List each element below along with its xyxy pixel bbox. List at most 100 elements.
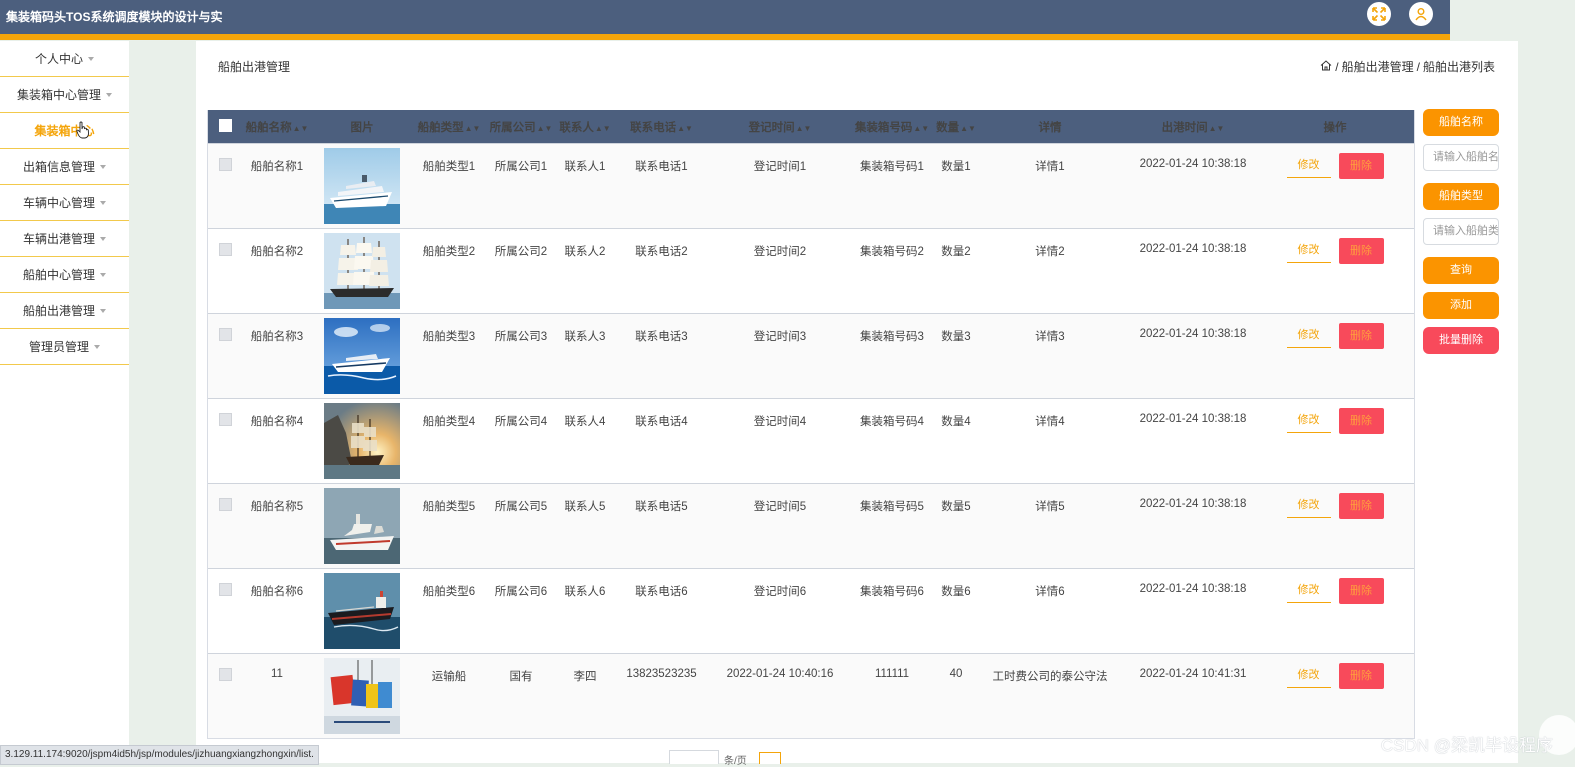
cell-contact: 联系人6 <box>564 586 606 598</box>
column-header-phone[interactable]: 联系电话▲▼ <box>614 119 709 135</box>
sidebar-item-personal-center[interactable]: 个人中心 <box>0 41 129 77</box>
cell-ship-name: 船舶名称1 <box>250 161 304 173</box>
column-header-reg-time[interactable]: 登记时间▲▼ <box>709 119 851 135</box>
page-title: 船舶出港管理 <box>218 60 291 74</box>
breadcrumb-ship-departure-list: 船舶出港列表 <box>1422 60 1495 74</box>
column-header-label: 登记时间 <box>748 121 795 134</box>
row-checkbox[interactable] <box>218 498 232 511</box>
cell-ship-type: 船舶类型5 <box>422 501 476 513</box>
caret-down-icon <box>106 92 112 97</box>
sidebar-item-ship-departure-mgmt[interactable]: 船舶出港管理 <box>0 293 129 329</box>
select-all-checkbox[interactable] <box>218 118 232 132</box>
column-header-ship-type[interactable]: 船舶类型▲▼ <box>412 119 486 135</box>
ship-departure-table: 船舶名称▲▼ 图片 船舶类型▲▼ 所属公司▲▼ 联系人▲▼ 联系电话▲▼ 登记时… <box>207 110 1415 739</box>
add-button[interactable]: 添加 <box>1423 292 1499 319</box>
cell-qty: 数量6 <box>941 586 971 598</box>
sidebar-item-ship-center-mgmt[interactable]: 船舶中心管理 <box>0 257 129 293</box>
ship-name-search-input[interactable]: 请输入船舶名称 <box>1423 144 1499 171</box>
ship-name-label-button[interactable]: 船舶名称 <box>1423 109 1499 136</box>
delete-button[interactable]: 删除 <box>1338 578 1384 604</box>
cell-phone: 联系电话2 <box>635 246 688 258</box>
cell-qty: 数量4 <box>941 416 971 428</box>
column-header-qty[interactable]: 数量▲▼ <box>933 119 979 135</box>
edit-button[interactable]: 修改 <box>1286 323 1331 348</box>
cell-container-no: 集装箱号码4 <box>860 416 924 428</box>
sidebar-item-container-center-mgmt[interactable]: 集装箱中心管理 <box>0 77 129 113</box>
row-checkbox[interactable] <box>218 413 232 426</box>
column-header-label: 详情 <box>1038 121 1062 134</box>
cell-reg-time: 登记时间4 <box>753 416 807 428</box>
cell-detail: 详情1 <box>1035 161 1065 173</box>
delete-button[interactable]: 删除 <box>1338 408 1384 434</box>
caret-down-icon <box>100 308 106 313</box>
edit-button[interactable]: 修改 <box>1286 493 1331 518</box>
sidebar-item-admin-mgmt[interactable]: 管理员管理 <box>0 329 129 365</box>
sort-icon: ▲▼ <box>536 123 553 133</box>
sidebar-item-container-center[interactable]: 集装箱中心 <box>0 113 129 149</box>
edit-button[interactable]: 修改 <box>1286 238 1331 263</box>
cell-contact: 联系人1 <box>564 161 606 173</box>
sidebar-item-vehicle-departure-mgmt[interactable]: 车辆出港管理 <box>0 221 129 257</box>
delete-button[interactable]: 删除 <box>1338 153 1384 179</box>
cell-reg-time: 登记时间3 <box>753 331 807 343</box>
delete-button[interactable]: 删除 <box>1338 238 1384 264</box>
edit-button[interactable]: 修改 <box>1286 578 1331 603</box>
ship-type-label-button[interactable]: 船舶类型 <box>1423 183 1499 210</box>
cell-ship-type: 船舶类型4 <box>422 416 476 428</box>
column-header-label: 联系电话 <box>630 121 677 134</box>
cell-ship-name: 11 <box>271 668 283 680</box>
column-header-label: 图片 <box>350 121 374 134</box>
breadcrumb: / 船舶出港管理 / 船舶出港列表 <box>1320 58 1495 75</box>
cell-phone: 联系电话4 <box>635 416 688 428</box>
breadcrumb-ship-departure-mgmt[interactable]: 船舶出港管理 <box>1342 58 1414 75</box>
delete-button[interactable]: 删除 <box>1338 663 1384 689</box>
sidebar-item-outbound-box-mgmt[interactable]: 出箱信息管理 <box>0 149 129 185</box>
column-header-ship-name[interactable]: 船舶名称▲▼ <box>242 119 312 135</box>
query-button[interactable]: 查询 <box>1423 257 1499 284</box>
cell-company: 所属公司1 <box>494 161 548 173</box>
home-icon[interactable] <box>1320 59 1332 74</box>
cell-phone: 联系电话6 <box>635 586 688 598</box>
row-checkbox[interactable] <box>218 583 232 596</box>
cell-phone: 联系电话3 <box>635 331 688 343</box>
row-checkbox[interactable] <box>218 243 232 256</box>
containers-image <box>324 658 400 734</box>
delete-button[interactable]: 删除 <box>1338 493 1384 519</box>
cell-container-no: 集装箱号码3 <box>860 331 924 343</box>
row-checkbox[interactable] <box>218 328 232 341</box>
cell-ship-type: 船舶类型3 <box>422 331 476 343</box>
cell-qty: 数量1 <box>941 161 971 173</box>
cell-company: 所属公司4 <box>494 416 548 428</box>
column-header-contact[interactable]: 联系人▲▼ <box>556 119 614 135</box>
page-number-box[interactable] <box>759 752 781 764</box>
fullscreen-icon[interactable] <box>1367 2 1391 26</box>
edit-button[interactable]: 修改 <box>1286 663 1331 688</box>
column-header-label: 数量 <box>936 121 960 134</box>
edit-button[interactable]: 修改 <box>1286 153 1331 178</box>
sidebar-item-vehicle-center-mgmt[interactable]: 车辆中心管理 <box>0 185 129 221</box>
column-header-container-no[interactable]: 集装箱号码▲▼ <box>851 119 933 135</box>
ship-type-search-input[interactable]: 请输入船舶类型 <box>1423 218 1499 245</box>
column-header-company[interactable]: 所属公司▲▼ <box>486 119 556 135</box>
user-icon[interactable] <box>1409 2 1433 26</box>
cell-company: 国有 <box>509 671 533 683</box>
galleon-image <box>324 403 400 479</box>
column-header-departure-time[interactable]: 出港时间▲▼ <box>1121 119 1265 135</box>
column-header-label: 船舶类型 <box>417 121 464 134</box>
table-row: 船舶名称2 船舶类型2 所属公司2 联系人2 联系电话2 登记时间2 集装箱号码… <box>208 228 1414 313</box>
table-row: 船舶名称1 船舶类型1 所属公司1 联系人1 联系电话1 登记时间1 集装箱号码… <box>208 143 1414 228</box>
cell-reg-time: 登记时间2 <box>753 246 807 258</box>
table-row: 船舶名称5 船舶类型5 所属公司5 联系人5 联系电话5 登记时间5 集装箱号码… <box>208 483 1414 568</box>
sidebar-item-label: 个人中心 <box>34 52 83 66</box>
cell-qty: 40 <box>949 668 963 680</box>
row-checkbox[interactable] <box>218 158 232 171</box>
page-size-select[interactable] <box>669 750 719 764</box>
edit-button[interactable]: 修改 <box>1286 408 1331 433</box>
batch-delete-button[interactable]: 批量删除 <box>1423 327 1499 354</box>
column-header-label: 船舶名称 <box>245 121 292 134</box>
delete-button[interactable]: 删除 <box>1338 323 1384 349</box>
column-header-detail: 详情 <box>979 119 1121 135</box>
row-checkbox[interactable] <box>218 668 232 681</box>
caret-down-icon <box>100 164 106 169</box>
cell-departure-time: 2022-01-24 10:38:18 <box>1139 413 1247 425</box>
